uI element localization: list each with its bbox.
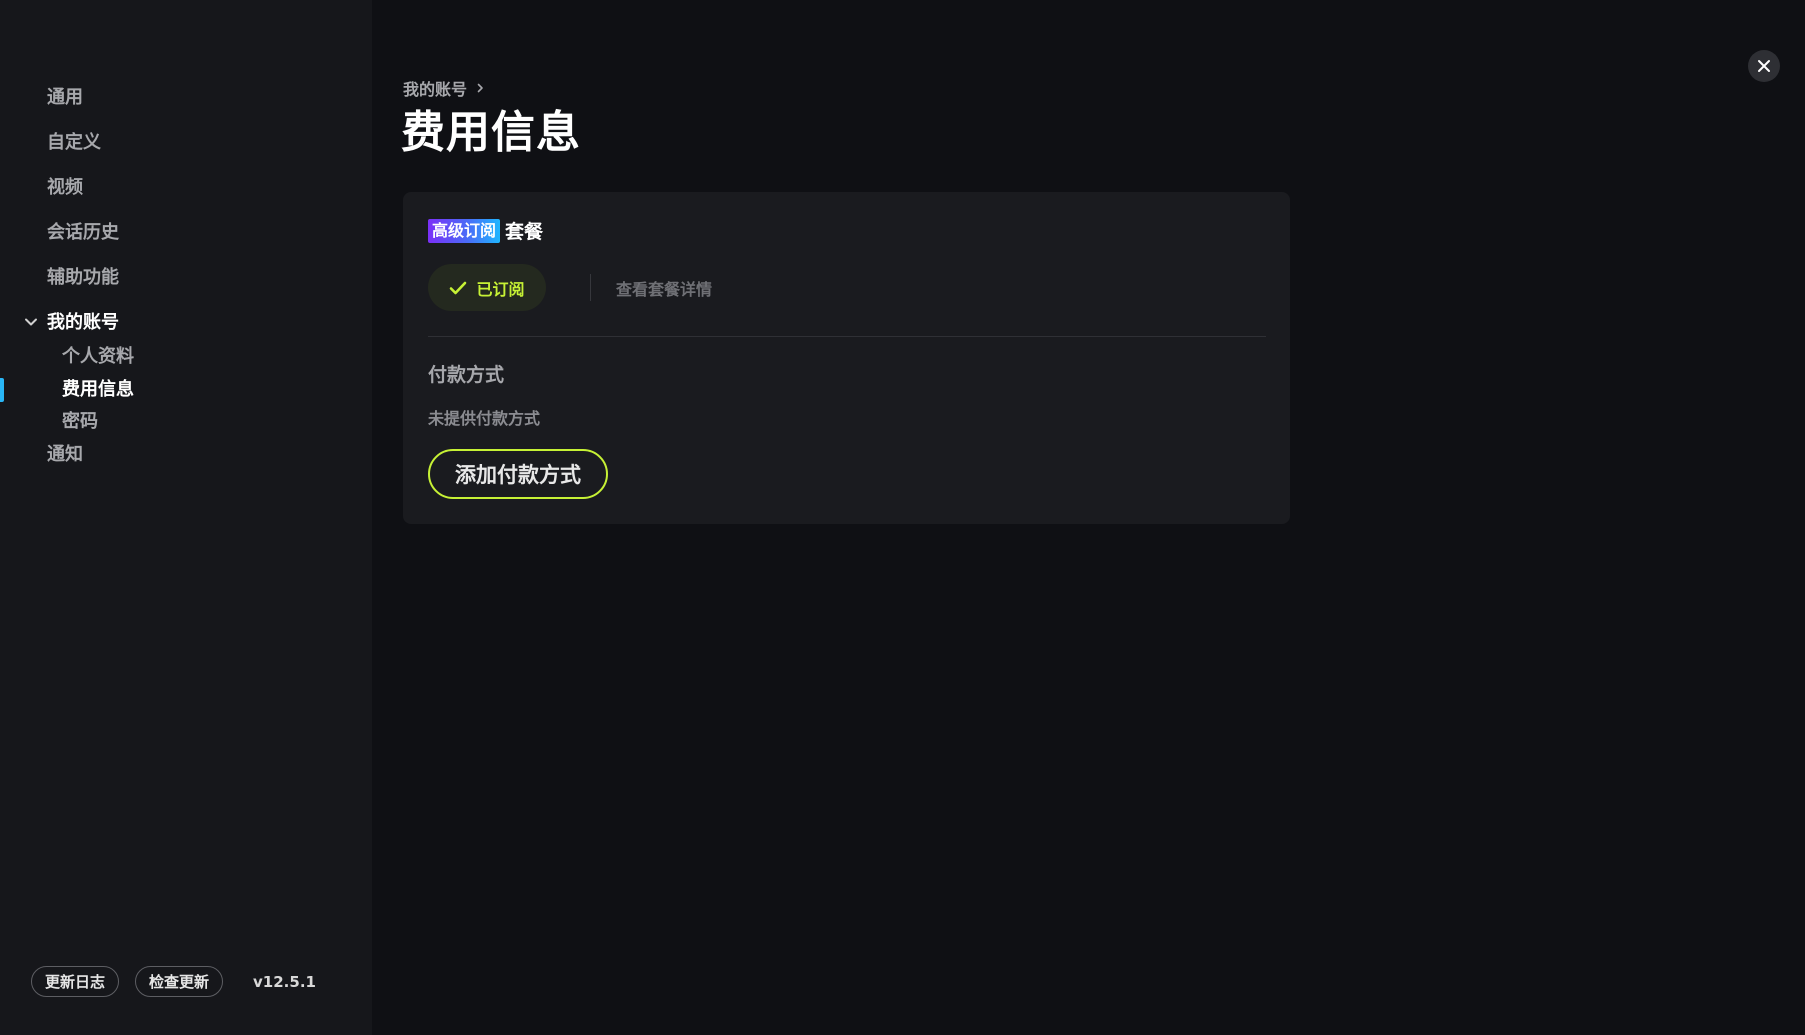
sidebar-footer: 更新日志 检查更新 v12.5.1 <box>31 965 316 998</box>
plan-badge: 高级订阅 <box>428 218 501 243</box>
subscribed-status-label: 已订阅 <box>476 279 525 299</box>
chevron-down-icon[interactable] <box>23 314 39 330</box>
payment-method-title: 付款方式 <box>428 364 505 386</box>
sidebar-item-password[interactable]: 密码 <box>62 410 98 434</box>
close-button[interactable] <box>1748 50 1780 82</box>
payment-method-empty: 未提供付款方式 <box>428 409 541 428</box>
billing-card: 高级订阅 套餐 已订阅 查看套餐详情 付款方式 未提供付款方式 添加付款方式 <box>403 192 1290 524</box>
view-plan-details-link[interactable]: 查看套餐详情 <box>616 276 712 300</box>
add-payment-method-button[interactable]: 添加付款方式 <box>428 449 608 499</box>
page-title: 费用信息 <box>401 107 581 158</box>
close-icon <box>1758 60 1770 72</box>
sidebar-item-billing[interactable]: 费用信息 <box>62 378 134 402</box>
section-divider <box>428 336 1266 337</box>
check-icon <box>450 281 467 294</box>
chevron-right-icon <box>477 83 483 93</box>
sidebar-item-notifications[interactable]: 通知 <box>47 443 83 467</box>
check-update-button[interactable]: 检查更新 <box>135 966 224 997</box>
settings-window: 通用 自定义 视频 会话历史 辅助功能 我的账号 个人资料 费用信息 密码 通知… <box>0 0 1805 1035</box>
sidebar-item-general[interactable]: 通用 <box>47 86 83 110</box>
sidebar-item-chat-history[interactable]: 会话历史 <box>47 221 119 245</box>
sidebar-item-video[interactable]: 视频 <box>47 176 83 200</box>
plan-status-row: 已订阅 查看套餐详情 <box>428 264 712 311</box>
active-indicator <box>0 378 4 402</box>
sidebar-item-my-account[interactable]: 我的账号 <box>47 311 119 335</box>
sidebar: 通用 自定义 视频 会话历史 辅助功能 我的账号 个人资料 费用信息 密码 通知… <box>0 0 372 1035</box>
plan-suffix: 套餐 <box>505 221 544 243</box>
status-divider <box>590 274 591 301</box>
subscribed-status-badge: 已订阅 <box>428 264 546 311</box>
sidebar-item-profile[interactable]: 个人资料 <box>62 345 134 369</box>
sidebar-item-accessibility[interactable]: 辅助功能 <box>47 266 119 290</box>
changelog-button[interactable]: 更新日志 <box>31 966 120 997</box>
version-label: v12.5.1 <box>253 972 316 991</box>
plan-title: 高级订阅 套餐 <box>428 217 543 244</box>
sidebar-item-customize[interactable]: 自定义 <box>47 131 101 155</box>
